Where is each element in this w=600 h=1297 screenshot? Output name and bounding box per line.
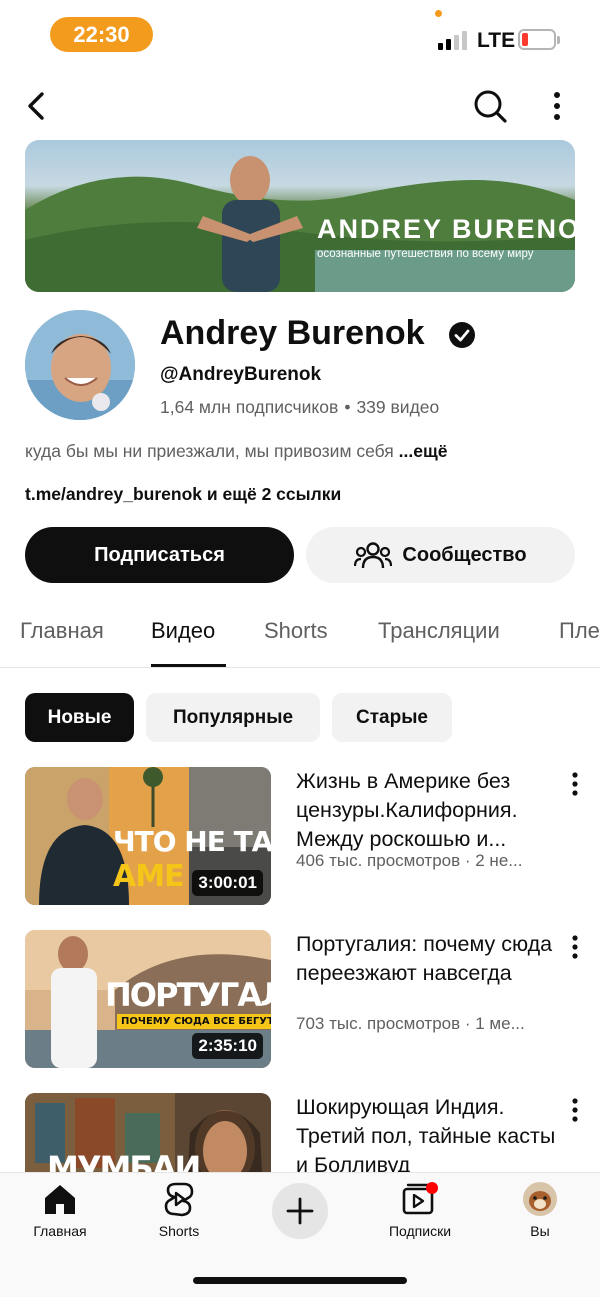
more-vertical-icon xyxy=(554,92,560,120)
video-more-icon[interactable] xyxy=(568,771,582,797)
active-tab-indicator xyxy=(151,664,226,667)
chip-popular[interactable]: Популярные xyxy=(146,693,320,742)
search-button[interactable] xyxy=(470,86,510,126)
video-title[interactable]: Португалия: почему сюда переезжают навсе… xyxy=(296,930,558,988)
status-time: 22:30 xyxy=(50,17,153,52)
signal-icon xyxy=(438,30,467,50)
top-nav xyxy=(0,78,600,134)
shorts-icon xyxy=(164,1182,194,1217)
nav-shorts[interactable]: Shorts xyxy=(129,1181,229,1239)
search-icon xyxy=(474,90,507,123)
back-button[interactable] xyxy=(20,86,56,126)
create-button[interactable] xyxy=(272,1183,328,1239)
battery-icon xyxy=(518,29,556,50)
thumbnail-text: ЧТО НЕ ТАК С xyxy=(113,825,271,858)
video-duration: 2:35:10 xyxy=(192,1033,263,1059)
subscriptions-icon xyxy=(402,1182,438,1215)
tab-videos[interactable]: Видео xyxy=(151,618,215,644)
stats-separator: • xyxy=(344,397,351,417)
description-text: куда бы мы ни приезжали, мы привозим себ… xyxy=(25,441,394,461)
back-arrow-icon xyxy=(28,92,44,120)
channel-name: Andrey Burenok xyxy=(160,314,425,352)
nav-you-label: Вы xyxy=(530,1223,550,1239)
chip-oldest[interactable]: Старые xyxy=(332,693,452,742)
thumbnail-text: ПОЧЕМУ СЮДА ВСЕ БЕГУТ? xyxy=(117,1014,271,1029)
video-item[interactable]: ПОРТУГАЛИЯ ПОЧЕМУ СЮДА ВСЕ БЕГУТ? 2:35:1… xyxy=(0,930,600,1070)
chip-newest[interactable]: Новые xyxy=(25,693,134,742)
nav-shorts-label: Shorts xyxy=(158,1223,200,1239)
verified-badge-icon xyxy=(449,322,475,348)
nav-you[interactable]: Вы xyxy=(490,1181,590,1239)
avatar xyxy=(523,1182,557,1216)
channel-avatar[interactable] xyxy=(25,310,135,420)
tab-home[interactable]: Главная xyxy=(20,618,104,644)
network-type: LTE xyxy=(477,29,516,52)
video-count: 339 видео xyxy=(356,397,440,417)
channel-handle: @AndreyBurenok xyxy=(160,364,322,385)
thumbnail-text: ПОРТУГАЛИЯ xyxy=(105,976,271,1014)
community-icon xyxy=(354,542,393,569)
nav-home-label: Главная xyxy=(33,1223,87,1239)
channel-links[interactable]: t.me/andrey_burenok и ещё 2 ссылки xyxy=(25,484,341,505)
plus-icon xyxy=(286,1197,314,1225)
video-meta: 406 тыс. просмотров · 2 не... xyxy=(296,851,523,870)
home-indicator xyxy=(193,1277,407,1284)
channel-banner: ANDREY BURENOK осознанные путешествия по… xyxy=(25,140,575,292)
video-duration: 3:00:01 xyxy=(192,870,263,896)
subscribe-button[interactable]: Подписаться xyxy=(25,527,294,583)
subscriber-count: 1,64 млн подписчиков xyxy=(160,397,339,417)
channel-tabs: Главная Видео Shorts Трансляции Пле xyxy=(0,600,600,668)
thumbnail-text: АМЕРИКОЙ xyxy=(113,859,185,894)
status-bar: 22:30 LTE xyxy=(0,0,600,70)
recording-indicator xyxy=(435,10,442,17)
video-more-icon[interactable] xyxy=(568,934,582,960)
video-thumbnail[interactable]: ЧТО НЕ ТАК С АМЕРИКОЙ 3:00:01 xyxy=(25,767,271,905)
video-meta: 703 тыс. просмотров · 1 ме... xyxy=(296,1014,525,1033)
channel-stats: 1,64 млн подписчиков • 339 видео xyxy=(160,397,439,418)
tab-shorts[interactable]: Shorts xyxy=(264,618,328,644)
battery-tip xyxy=(557,36,560,44)
video-title[interactable]: Жизнь в Америке без цензуры.Калифорния. … xyxy=(296,767,558,854)
banner-subtitle: осознанные путешествия по всему миру xyxy=(317,248,534,260)
nav-home[interactable]: Главная xyxy=(10,1181,110,1239)
nav-subscriptions-label: Подписки xyxy=(388,1223,452,1239)
video-thumbnail[interactable]: ПОРТУГАЛИЯ ПОЧЕМУ СЮДА ВСЕ БЕГУТ? 2:35:1… xyxy=(25,930,271,1068)
community-label: Сообщество xyxy=(402,543,527,566)
banner-title: ANDREY BURENOK xyxy=(317,214,575,244)
channel-description[interactable]: куда бы мы ни приезжали, мы привозим себ… xyxy=(25,441,447,462)
tab-live[interactable]: Трансляции xyxy=(378,618,500,644)
video-title[interactable]: Шокирующая Индия. Третий пол, тайные кас… xyxy=(296,1093,558,1180)
avatar-portrait xyxy=(25,310,135,420)
tab-playlists[interactable]: Пле xyxy=(559,618,600,644)
more-options-button[interactable] xyxy=(545,86,569,126)
video-more-icon[interactable] xyxy=(568,1097,582,1123)
home-icon xyxy=(45,1185,75,1214)
video-item[interactable]: ЧТО НЕ ТАК С АМЕРИКОЙ 3:00:01 Жизнь в Ам… xyxy=(0,767,600,907)
nav-subscriptions[interactable]: Подписки xyxy=(370,1181,470,1239)
description-more-link[interactable]: ...ещё xyxy=(399,441,448,461)
community-button[interactable]: Сообщество xyxy=(306,527,575,583)
